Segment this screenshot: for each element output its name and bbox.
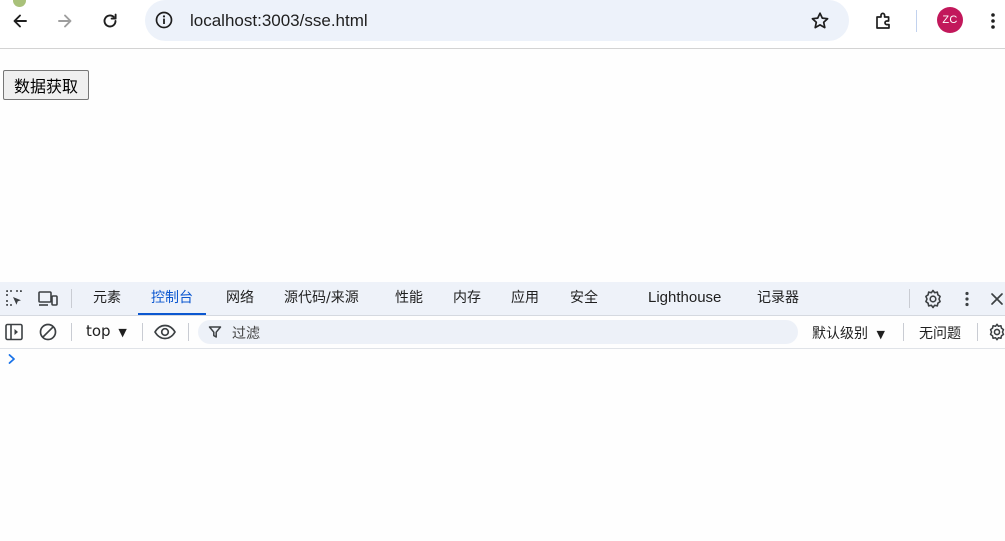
console-bar-divider [977, 323, 978, 341]
devtools-close-button[interactable] [988, 290, 1005, 307]
console-bar-divider [142, 323, 143, 341]
more-menu-icon [965, 291, 969, 307]
tab-recorder[interactable]: 记录器 [757, 282, 799, 315]
filter-icon [208, 326, 222, 338]
browser-toolbar: localhost:3003/sse.html ZC [0, 0, 1005, 49]
chevron-down-icon: ▼ [876, 328, 885, 341]
devtools-settings-button[interactable] [922, 288, 944, 310]
eye-icon [154, 324, 176, 340]
devtools-panel: 元素 控制台 网络 源代码/来源 性能 内存 应用 安全 Lighthouse … [0, 282, 1005, 541]
log-levels-label: 默认级别 [812, 326, 868, 342]
devtools-tab-bar: 元素 控制台 网络 源代码/来源 性能 内存 应用 安全 Lighthouse … [0, 282, 1005, 316]
device-toggle-icon [38, 291, 58, 306]
tab-elements[interactable]: 元素 [93, 282, 121, 315]
tab-security[interactable]: 安全 [570, 282, 598, 315]
issues-counter[interactable]: 无问题 [919, 323, 961, 343]
extensions-icon [876, 12, 890, 29]
console-bar-divider [188, 323, 189, 341]
reload-icon [103, 13, 117, 28]
tab-favicon[interactable] [13, 0, 26, 7]
console-settings-button[interactable] [987, 322, 1005, 342]
inspect-element-button[interactable] [4, 288, 24, 308]
tab-console[interactable]: 控制台 [138, 282, 206, 315]
live-expression-button[interactable] [153, 322, 177, 342]
show-sidebar-button[interactable] [4, 322, 24, 342]
toolbar-divider [916, 10, 917, 32]
chevron-down-icon: ▼ [118, 326, 127, 339]
console-prompt-icon[interactable] [7, 352, 17, 366]
more-menu-icon [991, 13, 995, 29]
forward-button[interactable] [51, 7, 79, 35]
back-button[interactable] [6, 7, 34, 35]
tab-application[interactable]: 应用 [511, 282, 539, 315]
fetch-data-button[interactable]: 数据获取 [3, 70, 89, 100]
filter-placeholder: 过滤 [232, 326, 260, 342]
console-bar-divider [71, 323, 72, 341]
devtools-menu-button[interactable] [960, 289, 974, 309]
sidebar-toggle-icon [5, 323, 23, 341]
address-bar[interactable]: localhost:3003/sse.html [145, 0, 849, 41]
console-toolbar: top ▼ 过滤 默认级别 ▼ 无问题 [0, 316, 1005, 349]
context-selector[interactable]: top ▼ [86, 322, 127, 340]
device-toolbar-button[interactable] [37, 288, 59, 308]
bookmark-star-icon[interactable] [809, 10, 831, 32]
back-icon [13, 14, 27, 28]
inspect-element-icon [6, 290, 22, 306]
forward-icon [58, 14, 72, 28]
tab-sources[interactable]: 源代码/来源 [284, 282, 359, 315]
close-icon [990, 292, 1003, 305]
console-bar-divider [903, 323, 904, 341]
clear-console-icon [39, 323, 57, 341]
clear-console-button[interactable] [38, 322, 58, 342]
tab-bar-divider [71, 289, 72, 308]
tab-bar-divider [909, 289, 910, 308]
profile-avatar[interactable]: ZC [937, 7, 963, 33]
site-info-icon[interactable] [154, 10, 174, 30]
console-filter-input[interactable]: 过滤 [198, 320, 798, 344]
gear-icon [925, 289, 941, 309]
profile-initials: ZC [942, 14, 958, 26]
context-selector-label: top [86, 322, 111, 340]
log-levels-dropdown[interactable]: 默认级别 ▼ [812, 323, 885, 343]
url-text[interactable]: localhost:3003/sse.html [190, 10, 368, 31]
reload-button[interactable] [96, 7, 124, 35]
tab-performance[interactable]: 性能 [395, 282, 423, 315]
extensions-button[interactable] [870, 7, 898, 35]
tab-memory[interactable]: 内存 [453, 282, 481, 315]
tab-network[interactable]: 网络 [226, 282, 254, 315]
gear-icon [989, 323, 1005, 341]
tab-lighthouse[interactable]: Lighthouse [648, 282, 721, 315]
browser-menu-button[interactable] [980, 7, 1005, 35]
